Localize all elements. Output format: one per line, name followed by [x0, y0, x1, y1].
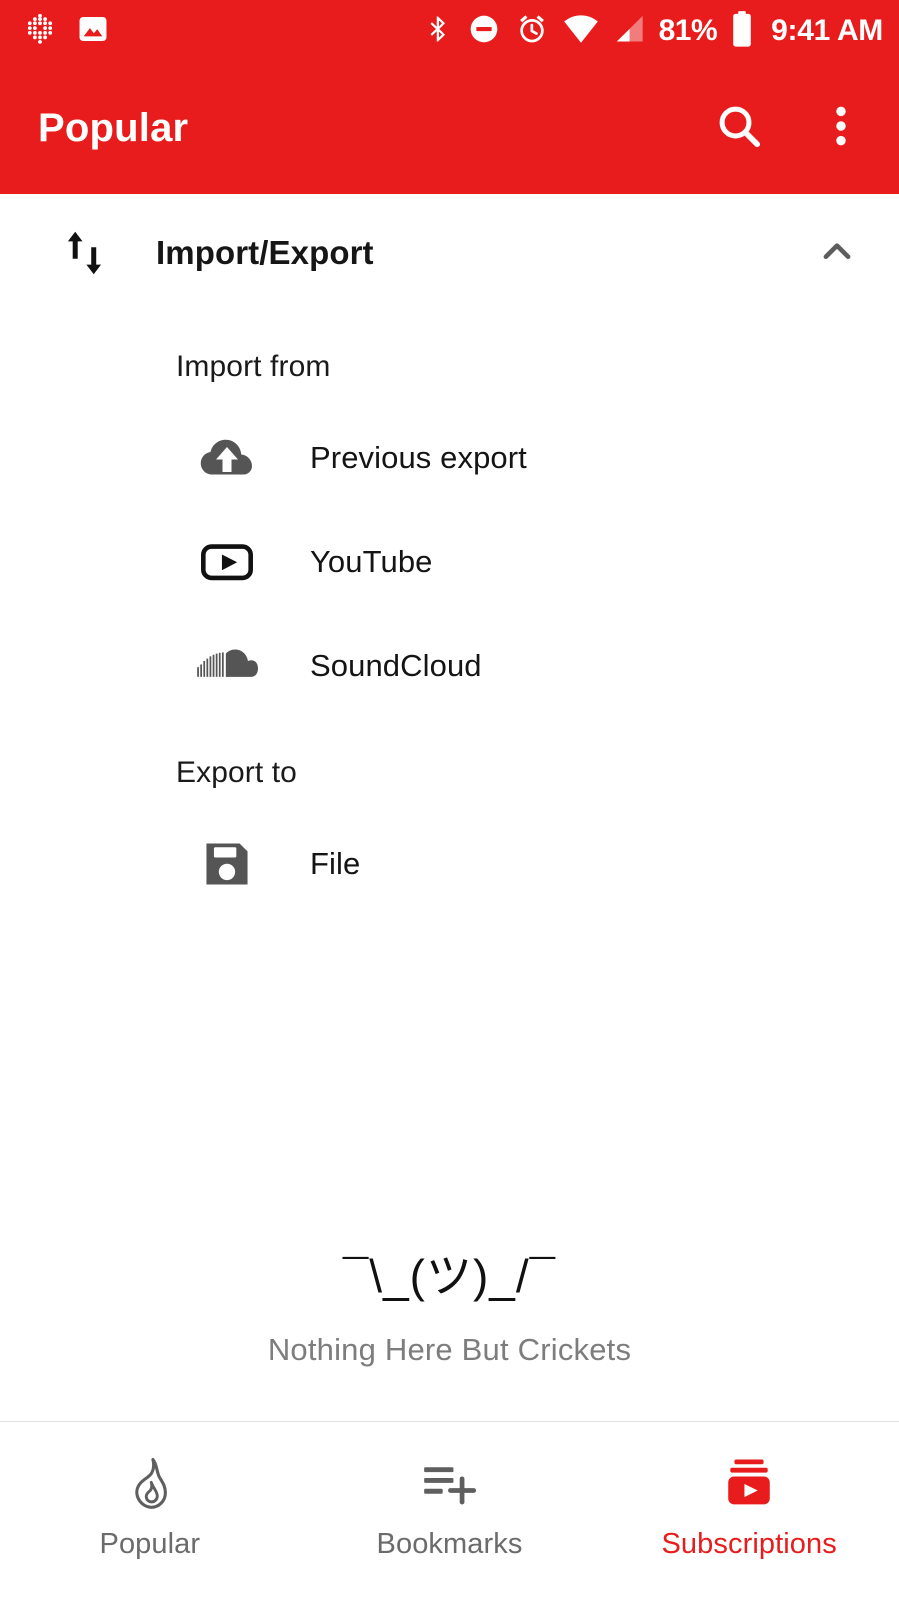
- nav-item-bookmarks[interactable]: Bookmarks: [300, 1456, 600, 1561]
- import-export-header[interactable]: Import/Export: [0, 194, 899, 312]
- chevron-up-icon: [814, 228, 860, 279]
- battery-icon: [731, 10, 753, 53]
- import-option-soundcloud[interactable]: SoundCloud: [0, 614, 899, 718]
- app-bar-actions: [711, 100, 869, 156]
- bottom-navigation: Popular Bookmarks Subscriptions: [0, 1421, 899, 1599]
- subscriptions-icon: [723, 1456, 775, 1512]
- empty-state-message: Nothing Here But Crickets: [267, 1332, 632, 1368]
- soundcloud-icon: [196, 635, 258, 697]
- do-not-disturb-icon: [467, 12, 501, 51]
- import-export-title: Import/Export: [156, 234, 374, 271]
- page-title: Popular: [38, 105, 189, 150]
- playlist-add-icon: [422, 1456, 478, 1512]
- status-bar-system-icons: 81% 9:41 AM: [423, 10, 883, 53]
- flame-icon: [125, 1456, 175, 1512]
- export-option-label: File: [310, 846, 361, 881]
- bluetooth-icon: [423, 11, 453, 52]
- save-file-icon: [196, 833, 258, 895]
- youtube-icon: [196, 531, 258, 593]
- alarm-icon: [515, 12, 549, 51]
- app-root: 81% 9:41 AM Popular Import/Export Import…: [0, 0, 899, 1599]
- shrug-kaomoji: ¯\_(ツ)_/¯: [342, 1250, 557, 1302]
- import-option-youtube[interactable]: YouTube: [0, 510, 899, 614]
- nav-item-popular[interactable]: Popular: [0, 1456, 300, 1561]
- overflow-menu-button[interactable]: [813, 100, 869, 156]
- status-bar-notifications: [22, 11, 110, 52]
- search-button[interactable]: [711, 100, 767, 156]
- more-vertical-icon: [821, 100, 861, 157]
- import-option-label: SoundCloud: [310, 648, 482, 683]
- status-bar-time: 9:41 AM: [771, 14, 883, 47]
- nav-label-popular: Popular: [99, 1528, 201, 1560]
- nav-label-bookmarks: Bookmarks: [376, 1528, 523, 1560]
- wifi-icon: [563, 14, 599, 49]
- cell-signal-icon: [613, 14, 645, 49]
- empty-state: ¯\_(ツ)_/¯ Nothing Here But Crickets: [0, 1249, 899, 1368]
- import-option-label: YouTube: [310, 544, 433, 579]
- cloud-upload-icon: [196, 427, 258, 489]
- main-content: Import/Export Import from Previous expor…: [0, 194, 899, 1421]
- import-option-label: Previous export: [310, 440, 527, 475]
- search-icon: [713, 100, 765, 157]
- import-export-icon: [58, 226, 114, 280]
- nav-item-subscriptions[interactable]: Subscriptions: [599, 1456, 899, 1561]
- dotted-app-icon: [22, 11, 58, 52]
- app-bar: Popular: [0, 62, 899, 203]
- import-option-previous-export[interactable]: Previous export: [0, 406, 899, 510]
- image-icon: [76, 12, 110, 51]
- battery-percent: 81%: [658, 14, 718, 47]
- collapse-toggle-button[interactable]: [809, 225, 865, 281]
- import-section-label: Import from: [176, 350, 331, 383]
- nav-label-subscriptions: Subscriptions: [661, 1528, 837, 1560]
- status-bar: 81% 9:41 AM: [0, 0, 899, 62]
- export-option-file[interactable]: File: [0, 812, 899, 916]
- export-section-label: Export to: [176, 756, 297, 789]
